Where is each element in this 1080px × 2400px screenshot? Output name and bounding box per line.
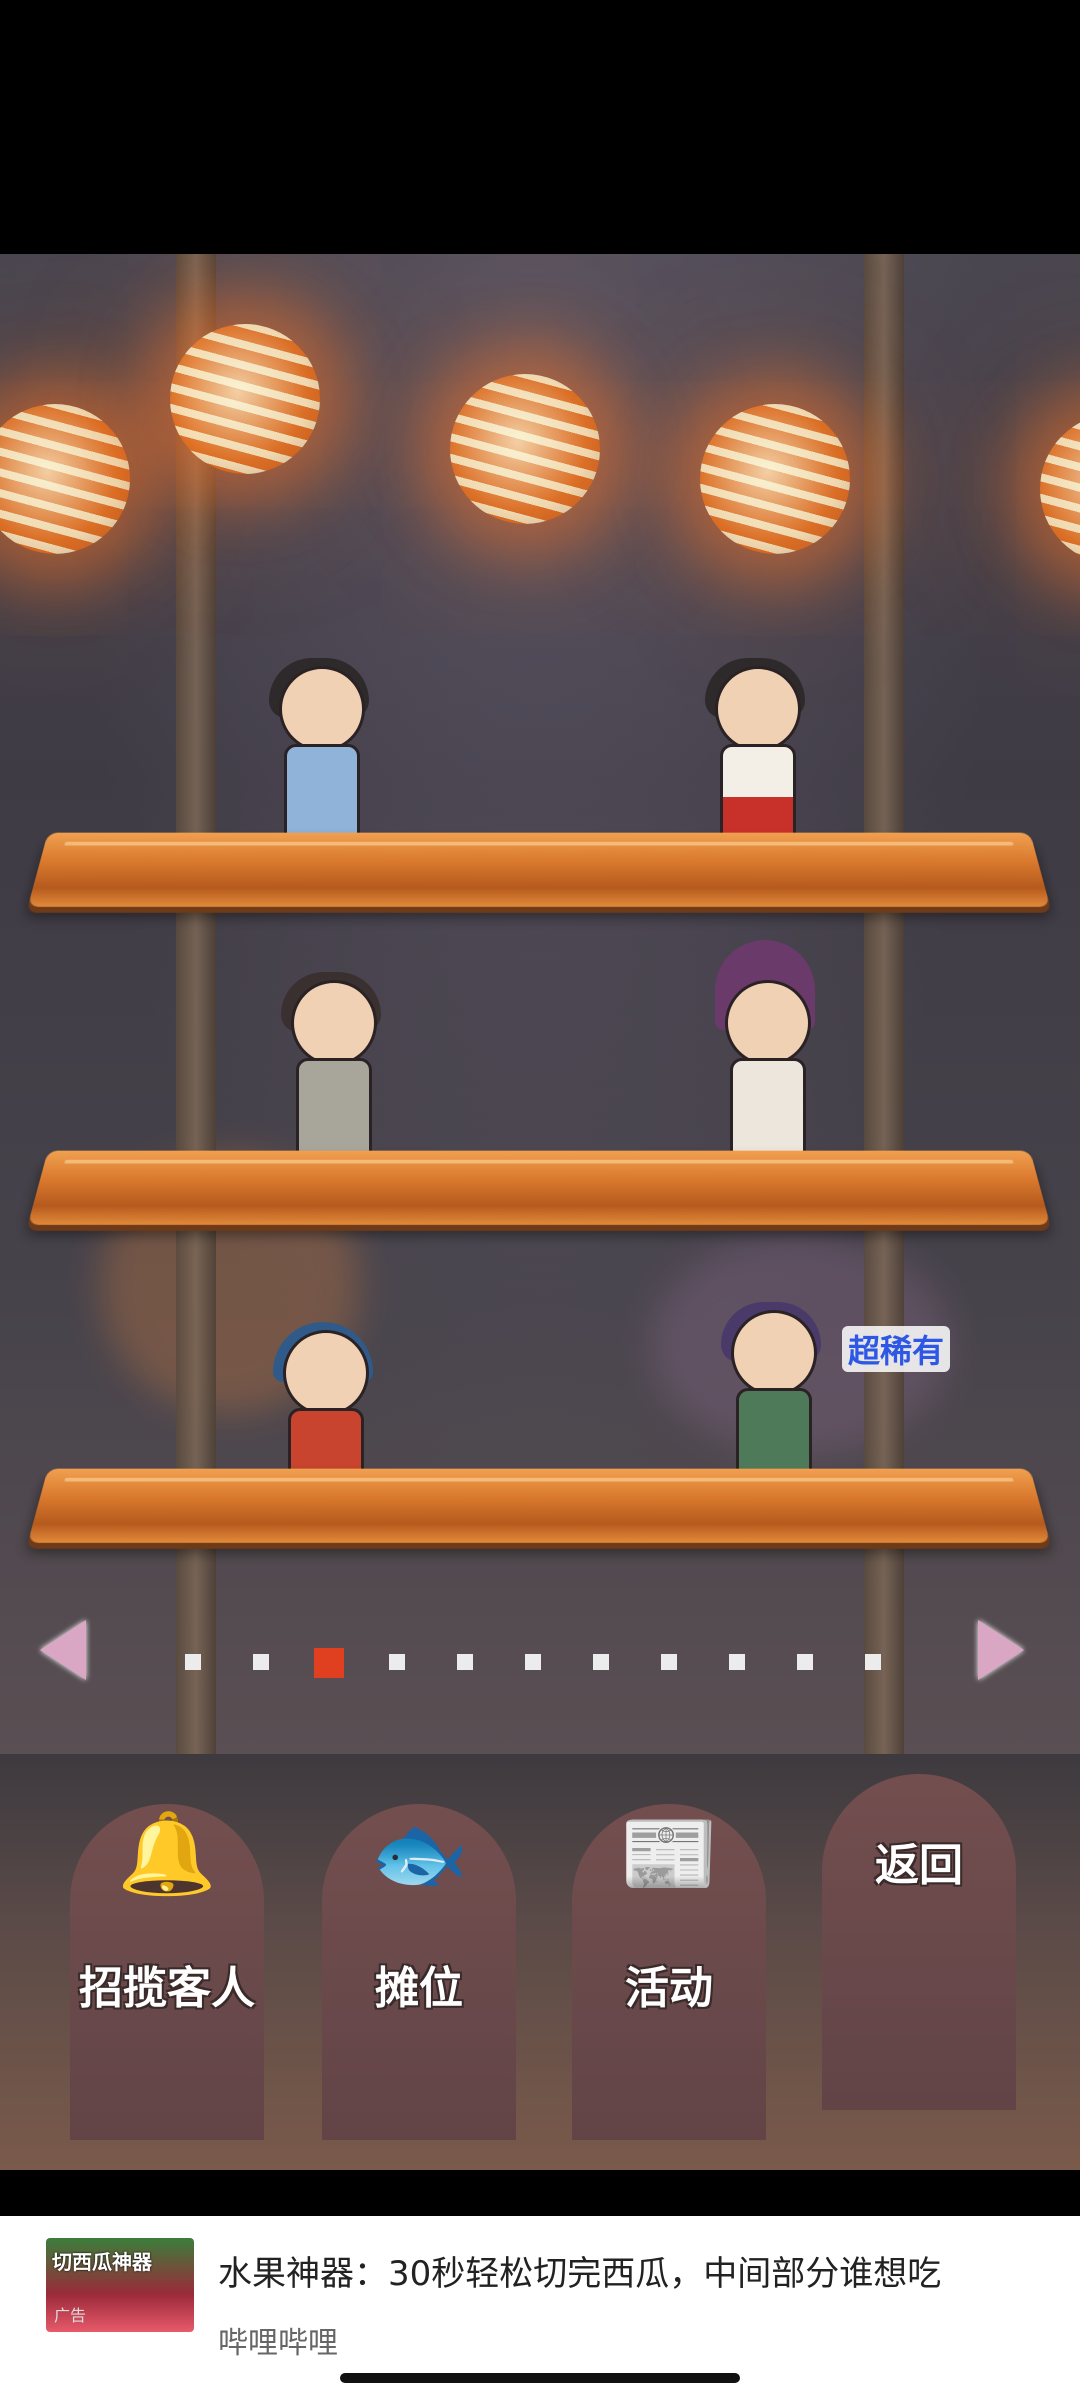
events-button[interactable]: 📰 活动 [572, 1804, 766, 2140]
page-dot-active[interactable] [314, 1648, 344, 1678]
lantern [170, 324, 320, 474]
page-dot[interactable] [253, 1654, 269, 1670]
ad-tag: 广告 [54, 2306, 87, 2325]
status-bar-area [0, 0, 1080, 254]
page-indicator [185, 1648, 905, 1678]
bottom-menu: 🔔 招揽客人 🐟 摊位 📰 活动 返回 [0, 1754, 1080, 2170]
page-dot[interactable] [525, 1654, 541, 1670]
lantern [700, 404, 850, 554]
ad-thumbnail-text: 切西瓜神器 [52, 2250, 152, 2274]
shelf [27, 832, 1051, 907]
next-page-arrow-icon[interactable] [978, 1620, 1024, 1680]
menu-label: 返回 [875, 1840, 963, 1891]
character-body [296, 1058, 372, 1164]
bell-icon: 🔔 [117, 1807, 217, 1900]
stall-button[interactable]: 🐟 摊位 [322, 1804, 516, 2140]
page-dot[interactable] [865, 1654, 881, 1670]
lantern [1040, 414, 1080, 564]
shelf [27, 1150, 1051, 1225]
ad-source: 哔哩哔哩 [218, 2326, 338, 2361]
home-indicator[interactable] [340, 2373, 740, 2383]
character-head [715, 666, 801, 752]
menu-label: 摊位 [375, 1963, 463, 2014]
page-dot[interactable] [593, 1654, 609, 1670]
lantern [450, 374, 600, 524]
page-dot[interactable] [797, 1654, 813, 1670]
character-body [730, 1058, 806, 1164]
newspaper-icon: 📰 [619, 1807, 719, 1900]
page-dot[interactable] [729, 1654, 745, 1670]
character-head [283, 1330, 369, 1416]
ad-thumbnail[interactable]: 切西瓜神器 广告 [46, 2238, 194, 2332]
page-dot[interactable] [457, 1654, 473, 1670]
ad-title[interactable]: 水果神器：30秒轻松切完西瓜，中间部分谁想吃 [218, 2246, 1058, 2295]
menu-label: 活动 [625, 1963, 713, 2014]
goldfish-bag-icon: 🐟 [369, 1807, 469, 1900]
page-dot[interactable] [389, 1654, 405, 1670]
character-head [725, 980, 811, 1066]
game-scene [0, 254, 1080, 1754]
back-button[interactable]: 返回 [822, 1774, 1016, 2110]
character-head [291, 980, 377, 1066]
rarity-badge: 超稀有 [842, 1326, 951, 1372]
recruit-customers-button[interactable]: 🔔 招揽客人 [70, 1804, 264, 2140]
menu-label: 招揽客人 [79, 1963, 255, 2014]
character-head [279, 666, 365, 752]
shelf [27, 1468, 1051, 1543]
lantern [0, 404, 130, 554]
page-dot[interactable] [185, 1654, 201, 1670]
page-dot[interactable] [661, 1654, 677, 1670]
previous-page-arrow-icon[interactable] [40, 1620, 86, 1680]
character-head [731, 1310, 817, 1396]
